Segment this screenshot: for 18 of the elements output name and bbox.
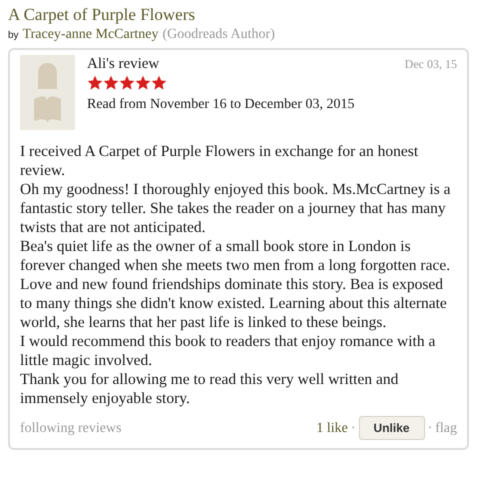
review-paragraph: Bea's quiet life as the owner of a small book store in London is forever changed when she meets two men from a long forgotten race. xyxy=(20,237,452,275)
like-count[interactable]: 1 like xyxy=(316,418,348,438)
review-paragraph: I would recommend this book to readers that enjoy romance with a little magic involved. xyxy=(20,332,436,370)
reader-avatar-icon xyxy=(20,55,75,130)
review-date: Dec 03, 15 xyxy=(404,56,457,73)
unlike-button[interactable]: Unlike xyxy=(358,416,425,440)
author-note: (Goodreads Author) xyxy=(162,26,275,44)
review-heading[interactable]: Ali's review xyxy=(87,55,160,73)
by-label: by xyxy=(8,29,19,43)
book-title[interactable]: A Carpet of Purple Flowers xyxy=(8,4,473,26)
review-paragraph: I received A Carpet of Purple Flowers in exchange for an honest review. xyxy=(20,142,420,180)
read-dates: Read from November 16 to December 03, 2015 xyxy=(87,96,356,114)
review-paragraph: Love and new found friendships dominate this story. Bea is exposed to many things she didn't know existed. Learning about this alternate world, she learns that her past life is linked to these beings. xyxy=(20,275,448,332)
review-paragraph: Thank you for allowing me to read this very well written and immensely enjoyable story. xyxy=(20,370,400,408)
review-paragraph: Oh my goodness! I thoroughly enjoyed this book. Ms.McCartney is a fantastic story teller. She takes the reader on a journey that has many twists that are not anticipated. xyxy=(20,180,452,237)
separator: · xyxy=(428,420,432,438)
separator: · xyxy=(350,420,356,438)
author-link[interactable]: Tracey-anne McCartney xyxy=(22,26,158,44)
